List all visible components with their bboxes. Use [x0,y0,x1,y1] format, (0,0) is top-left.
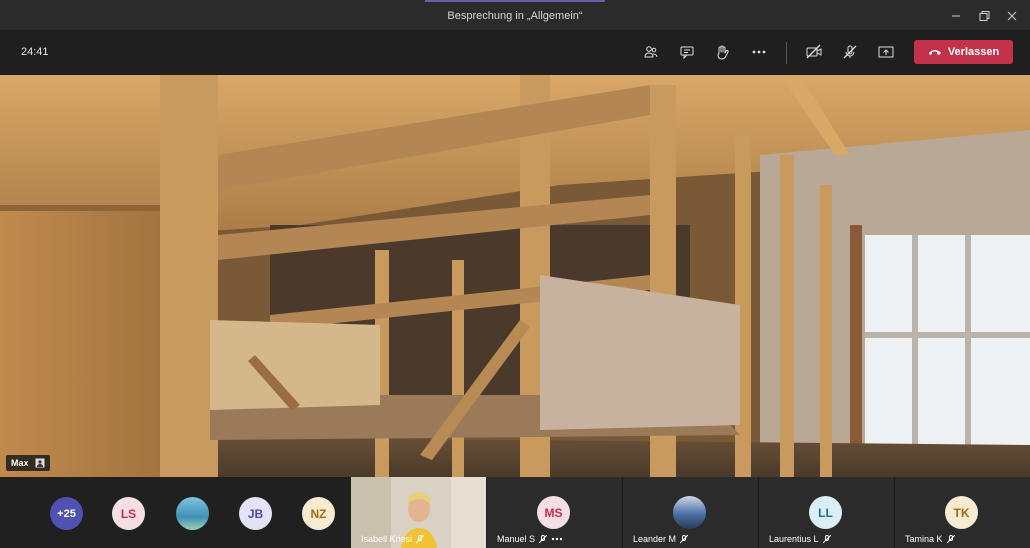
more-options-icon [752,50,766,54]
participant-strip: +25 LS JB NZ Isabell Kriesi MS Manuel S [0,477,1030,548]
participant-tile[interactable]: TK Tamina K [895,477,1030,548]
title-bar: Besprechung in „Allgemein“ [0,0,1030,30]
participant-name: Isabell Kriesi [361,534,413,544]
participant-tile[interactable]: Leander M [623,477,758,548]
raise-hand-button[interactable] [710,41,734,63]
microphone-toggle-button[interactable] [838,41,862,63]
speaker-name: Max [11,458,29,468]
participant-avatar: MS [537,496,570,529]
overflow-participants-count[interactable]: +25 [50,497,83,530]
mic-off-icon [946,534,955,543]
restore-icon[interactable] [976,8,992,24]
avatar-initials: TK [953,505,970,520]
mic-off-icon [539,534,548,543]
participant-tile[interactable]: LL Laurentius L [759,477,894,548]
window-title: Besprechung in „Allgemein“ [447,10,583,22]
main-video-feed [0,75,1030,477]
avatar-initials: LL [818,505,833,520]
more-options-icon[interactable] [551,537,563,541]
participants-button[interactable] [639,41,663,63]
minimize-icon[interactable] [948,8,964,24]
participant-avatar-photo [673,496,706,529]
title-accent [425,0,605,2]
participant-name: Leander M [633,534,677,544]
mic-off-icon [680,534,689,543]
camera-toggle-button[interactable] [802,41,826,63]
participant-name-label: Laurentius L [769,534,831,544]
leave-label: Verlassen [947,46,1000,58]
overflow-count-label: +25 [57,507,76,520]
mic-off-icon [843,45,857,59]
share-screen-button[interactable] [874,41,898,63]
participant-tile[interactable]: MS Manuel S [487,477,622,548]
barracks-interior-image [0,75,1030,477]
participant-name: Laurentius L [769,534,819,544]
chat-icon [680,46,694,60]
participant-name-label: Manuel S [497,534,563,544]
phone-hangup-icon [928,50,941,55]
participant-avatar[interactable]: LS [112,497,145,530]
participant-name: Manuel S [497,534,536,544]
leave-button[interactable]: Verlassen [914,40,1013,64]
avatar-initials: JB [247,506,264,521]
participant-name-label: Leander M [633,534,689,544]
avatar-initials: NZ [310,506,327,521]
participant-name-label: Tamina K [905,534,955,544]
participant-avatar: LL [809,496,842,529]
avatar-initials: MS [544,505,563,520]
participant-name: Tamina K [905,534,943,544]
participant-video-tile[interactable]: Isabell Kriesi [351,477,486,548]
camera-off-icon [806,44,822,59]
participant-name-label: Isabell Kriesi [361,534,425,544]
close-window-icon[interactable] [1004,8,1020,24]
meeting-toolbar: 24:41 Verlassen [0,30,1030,75]
more-options-button[interactable] [747,41,771,63]
mic-off-icon [822,534,831,543]
participant-avatar[interactable]: NZ [302,497,335,530]
participant-avatar-photo[interactable] [176,497,209,530]
share-screen-icon [878,46,894,58]
speaker-name-badge: Max [6,455,50,471]
chat-button[interactable] [675,41,699,63]
mic-off-icon [416,534,425,543]
meeting-timer: 24:41 [21,46,49,58]
participants-icon [644,46,658,58]
contact-card-icon [35,458,45,468]
participant-avatar[interactable]: JB [239,497,272,530]
participant-avatar: TK [945,496,978,529]
avatar-initials: LS [120,506,137,521]
toolbar-divider [786,42,787,64]
raise-hand-icon [717,45,729,60]
